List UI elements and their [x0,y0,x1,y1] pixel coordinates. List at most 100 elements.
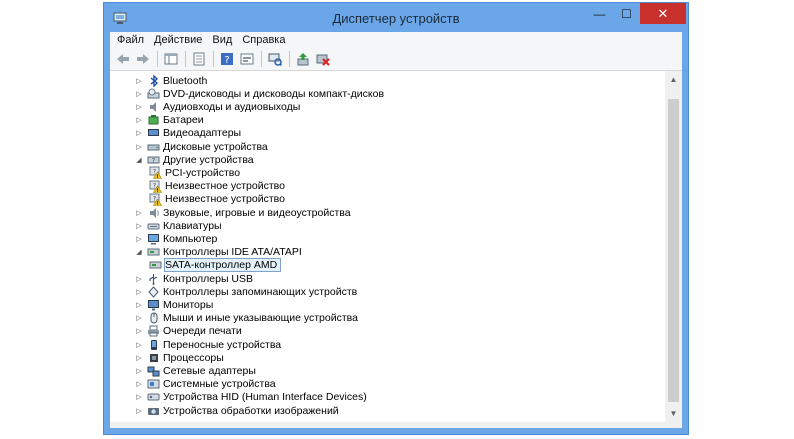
tree-category[interactable]: ▷ Bluetooth [134,74,207,87]
other-devices-icon: ? [147,153,160,166]
computer-icon [147,232,160,245]
display-adapter-icon [147,127,160,140]
mouse-icon [147,312,160,325]
tree-category[interactable]: ▷ Батареи [134,114,203,127]
device-tree-pane[interactable]: ▷ Bluetooth ▷ DVD-дисководы и дисководы ком… [110,71,682,422]
disable-device-icon[interactable] [315,51,331,67]
tree-category[interactable]: ▷ Контроллеры USB [134,272,253,285]
vertical-scrollbar[interactable]: ▲ ▼ [665,71,682,422]
close-button[interactable]: ✕ [640,3,686,24]
menu-bar: Файл Действие Вид Справка [110,32,682,48]
tree-item-label: DVD-дисководы и дисководы компакт-дисков [163,87,385,100]
back-icon[interactable] [115,51,131,67]
tree-category[interactable]: ▷ Системные устройства [134,378,276,391]
status-bar [110,422,682,428]
toolbar-separator [185,51,186,67]
menu-file[interactable]: Файл [112,34,149,46]
tree-category[interactable]: ▷ Клавиатуры [134,219,222,232]
tree-device[interactable]: SATA-контроллер AMD [149,258,282,273]
expand-arrow-icon[interactable]: ▷ [134,288,144,296]
network-adapter-icon [147,364,160,377]
expand-arrow-icon[interactable]: ▷ [134,354,144,362]
tree-item-label: Дисковые устройства [163,140,268,153]
ide-controller-icon [149,259,162,272]
tree-category[interactable]: ◢ Контроллеры IDE ATA/ATAPI [134,246,302,259]
tree-category[interactable]: ▷ Процессоры [134,351,224,364]
tree-category[interactable]: ◢? Другие устройства [134,153,253,166]
collapse-arrow-icon[interactable]: ◢ [134,248,144,256]
expand-arrow-icon[interactable]: ▷ [134,301,144,309]
expand-arrow-icon[interactable]: ▷ [134,367,144,375]
maximize-button[interactable]: ☐ [613,3,640,24]
expand-arrow-icon[interactable]: ▷ [134,209,144,217]
audio-icon [147,100,160,113]
tree-category[interactable]: ▷ Дисковые устройства [134,140,268,153]
expand-arrow-icon[interactable]: ▷ [134,341,144,349]
toolbar-separator [261,51,262,67]
usb-icon [147,272,160,285]
forward-icon[interactable] [135,51,151,67]
tree-category[interactable]: ▷ Сетевые адаптеры [134,364,256,377]
title-bar[interactable]: Диспетчер устройств — ☐ ✕ [104,3,688,34]
menu-help[interactable]: Справка [237,34,290,46]
expand-arrow-icon[interactable]: ▷ [134,380,144,388]
tree-item-label: Системные устройства [163,378,276,391]
expand-arrow-icon[interactable]: ▷ [134,129,144,137]
system-device-icon [147,378,160,391]
tree-category[interactable]: ▷ DVD-дисководы и дисководы компакт-диско… [134,87,384,100]
tree-category[interactable]: ▷ Переносные устройства [134,338,281,351]
dvd-drive-icon [147,87,160,100]
scroll-down-arrow-icon[interactable]: ▼ [665,405,682,422]
printer-icon [147,325,160,338]
tree-category[interactable]: ▷ Мониторы [134,298,213,311]
tree-item-label: Переносные устройства [163,338,282,351]
show-hide-tree-icon[interactable] [163,51,179,67]
tree-category[interactable]: ▷ Контроллеры запоминающих устройств [134,285,357,298]
tree-item-label: Процессоры [163,351,224,364]
tree-category[interactable]: ▷ Компьютер [134,232,217,245]
tree-category[interactable]: ▷ Видеоадаптеры [134,127,241,140]
expand-arrow-icon[interactable]: ▷ [134,407,144,415]
tree-category[interactable]: ▷ Мыши и иные указывающие устройства [134,312,358,325]
scrollbar-thumb[interactable] [668,99,679,402]
bluetooth-icon [147,74,160,87]
tree-category[interactable]: ▷ Аудиовходы и аудиовыходы [134,100,300,113]
menu-view[interactable]: Вид [207,34,237,46]
tree-device[interactable]: ? PCI-устройство [149,166,240,180]
expand-arrow-icon[interactable]: ▷ [134,103,144,111]
unknown-device-warning-icon: ? [149,166,162,180]
expand-arrow-icon[interactable]: ▷ [134,275,144,283]
expand-arrow-icon[interactable]: ▷ [134,143,144,151]
expand-arrow-icon[interactable]: ▷ [134,90,144,98]
tree-item-label: Устройства обработки изображений [163,404,339,417]
tree-item-label: SATA-контроллер AMD [163,258,282,273]
help-icon[interactable]: ? [219,51,235,67]
expand-arrow-icon[interactable]: ▷ [134,235,144,243]
tree-device[interactable]: ? Неизвестное устройство [149,193,285,206]
tree-item-label: Клавиатуры [163,219,222,232]
scan-hardware-icon[interactable] [267,51,283,67]
tree-category[interactable]: ▷ Устройства обработки изображений [134,404,339,417]
properties-icon[interactable] [191,51,207,67]
collapse-arrow-icon[interactable]: ◢ [134,156,144,164]
expand-arrow-icon[interactable]: ▷ [134,314,144,322]
show-hidden-icon[interactable] [239,51,255,67]
expand-arrow-icon[interactable]: ▷ [134,222,144,230]
tree-category[interactable]: ▷ Очереди печати [134,325,242,338]
tree-device[interactable]: ? Неизвестное устройство [149,180,285,193]
toolbar: ? [110,48,682,71]
tree-item-label: Сетевые адаптеры [163,364,256,377]
tree-category[interactable]: ▷ Звуковые, игровые и видеоустройства [134,206,350,219]
update-driver-icon[interactable] [295,51,311,67]
expand-arrow-icon[interactable]: ▷ [134,393,144,401]
expand-arrow-icon[interactable]: ▷ [134,327,144,335]
expand-arrow-icon[interactable]: ▷ [134,77,144,85]
ide-controller-icon [147,246,160,259]
tree-category[interactable]: ▷ Устройства HID (Human Interface Devices… [134,391,366,404]
minimize-button[interactable]: — [586,3,613,24]
tree-item-label: Очереди печати [163,325,242,338]
expand-arrow-icon[interactable]: ▷ [134,116,144,124]
scroll-up-arrow-icon[interactable]: ▲ [665,71,682,88]
tree-item-label: Видеоадаптеры [163,127,242,140]
menu-action[interactable]: Действие [149,34,207,46]
